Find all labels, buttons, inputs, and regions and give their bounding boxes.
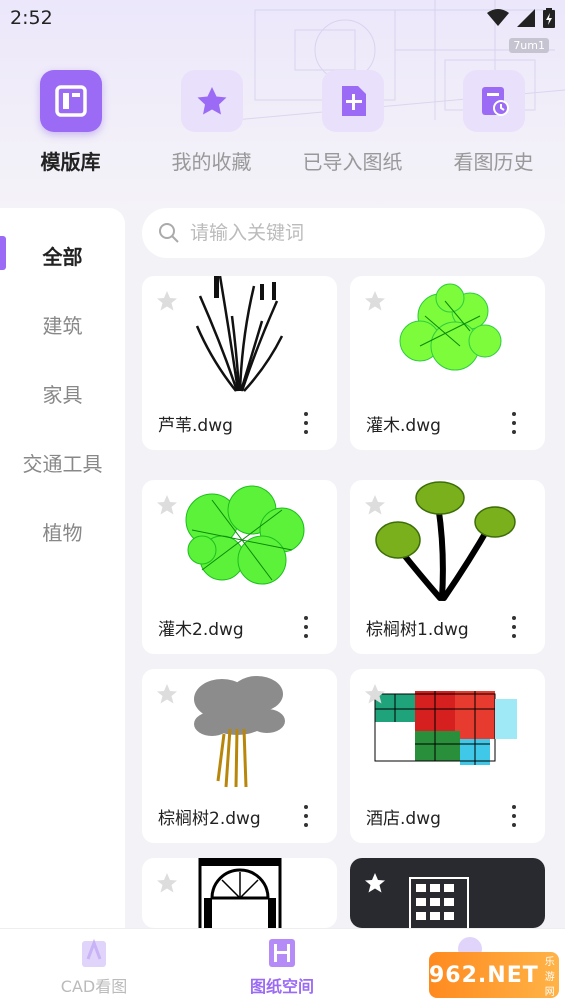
star-icon <box>180 70 243 132</box>
template-card[interactable] <box>142 858 337 928</box>
template-card[interactable]: 灌木2.dwg <box>142 480 337 654</box>
sidebar-item-label: 交通工具 <box>22 451 103 476</box>
status-time: 2:52 <box>10 7 53 29</box>
tab-imported-drawings[interactable]: 已导入图纸 <box>282 62 423 182</box>
favorite-star-icon[interactable] <box>364 683 386 705</box>
more-options-icon[interactable] <box>505 616 523 638</box>
sidebar-item-plants[interactable]: 植物 <box>0 511 125 551</box>
status-tag: 7um1 <box>509 38 549 53</box>
file-name: 芦苇.dwg <box>158 416 233 436</box>
sidebar-item-all[interactable]: 全部 <box>0 235 125 275</box>
favorite-star-icon[interactable] <box>364 494 386 516</box>
file-name: 灌木2.dwg <box>158 620 244 640</box>
favorite-star-icon[interactable] <box>156 683 178 705</box>
drawing-space-icon <box>269 939 295 967</box>
nav-label: 图纸空间 <box>249 977 314 996</box>
more-options-icon[interactable] <box>505 805 523 827</box>
sidebar-item-label: 植物 <box>42 520 83 545</box>
battery-icon <box>543 8 555 28</box>
tab-label: 已导入图纸 <box>302 150 403 174</box>
file-name: 灌木.dwg <box>366 416 441 436</box>
more-options-icon[interactable] <box>297 616 315 638</box>
tab-label: 我的收藏 <box>171 150 252 174</box>
history-icon <box>462 70 525 132</box>
tab-label: 模版库 <box>38 146 101 175</box>
more-options-icon[interactable] <box>505 412 523 434</box>
tab-favorites[interactable]: 我的收藏 <box>141 62 282 182</box>
sidebar-item-architecture[interactable]: 建筑 <box>0 304 125 344</box>
site-watermark: 962.NET 乐游网 <box>429 952 559 998</box>
tab-label: 看图历史 <box>453 150 534 174</box>
sidebar-item-label: 家具 <box>42 382 83 407</box>
template-icon <box>39 70 102 132</box>
more-options-icon[interactable] <box>297 805 315 827</box>
search-icon <box>159 223 179 243</box>
wifi-icon <box>487 9 509 26</box>
tab-view-history[interactable]: 看图历史 <box>423 62 564 182</box>
top-tabs: 模版库 我的收藏 已导入图纸 看图历史 <box>0 62 565 182</box>
watermark-sub: 乐游网 <box>544 956 555 998</box>
template-card[interactable] <box>350 858 545 928</box>
nav-drawing-space[interactable]: 图纸空间 <box>188 929 376 1004</box>
status-icons <box>487 8 555 28</box>
cad-viewer-icon <box>82 938 106 967</box>
signal-icon <box>517 9 535 27</box>
sidebar-item-vehicles[interactable]: 交通工具 <box>0 442 125 482</box>
favorite-star-icon[interactable] <box>364 872 386 894</box>
favorite-star-icon[interactable] <box>156 290 178 312</box>
sidebar-item-label: 建筑 <box>42 313 83 338</box>
more-options-icon[interactable] <box>297 412 315 434</box>
nav-cad-viewer[interactable]: CAD看图 <box>0 929 188 1004</box>
tab-template-library[interactable]: 模版库 <box>0 62 141 182</box>
category-sidebar: 全部 建筑 家具 交通工具 植物 <box>0 208 125 928</box>
sidebar-active-indicator <box>0 236 6 270</box>
favorite-star-icon[interactable] <box>364 290 386 312</box>
template-card[interactable]: 棕榈树2.dwg <box>142 669 337 843</box>
status-bar: 2:52 7um1 <box>0 0 565 53</box>
template-card[interactable]: 棕榈树1.dwg <box>350 480 545 654</box>
watermark-main: 962.NET <box>429 962 539 988</box>
favorite-star-icon[interactable] <box>156 872 178 894</box>
favorite-star-icon[interactable] <box>156 494 178 516</box>
file-name: 棕榈树1.dwg <box>366 620 469 640</box>
template-card[interactable]: 灌木.dwg <box>350 276 545 450</box>
file-name: 棕榈树2.dwg <box>158 809 261 829</box>
nav-label: CAD看图 <box>60 977 128 996</box>
file-name: 酒店.dwg <box>366 809 441 829</box>
template-card[interactable]: 酒店.dwg <box>350 669 545 843</box>
template-card[interactable]: 芦苇.dwg <box>142 276 337 450</box>
search-input[interactable] <box>190 222 510 244</box>
sidebar-item-label: 全部 <box>42 244 83 269</box>
import-file-icon <box>321 70 384 132</box>
search-bar[interactable] <box>142 208 545 258</box>
sidebar-item-furniture[interactable]: 家具 <box>0 373 125 413</box>
